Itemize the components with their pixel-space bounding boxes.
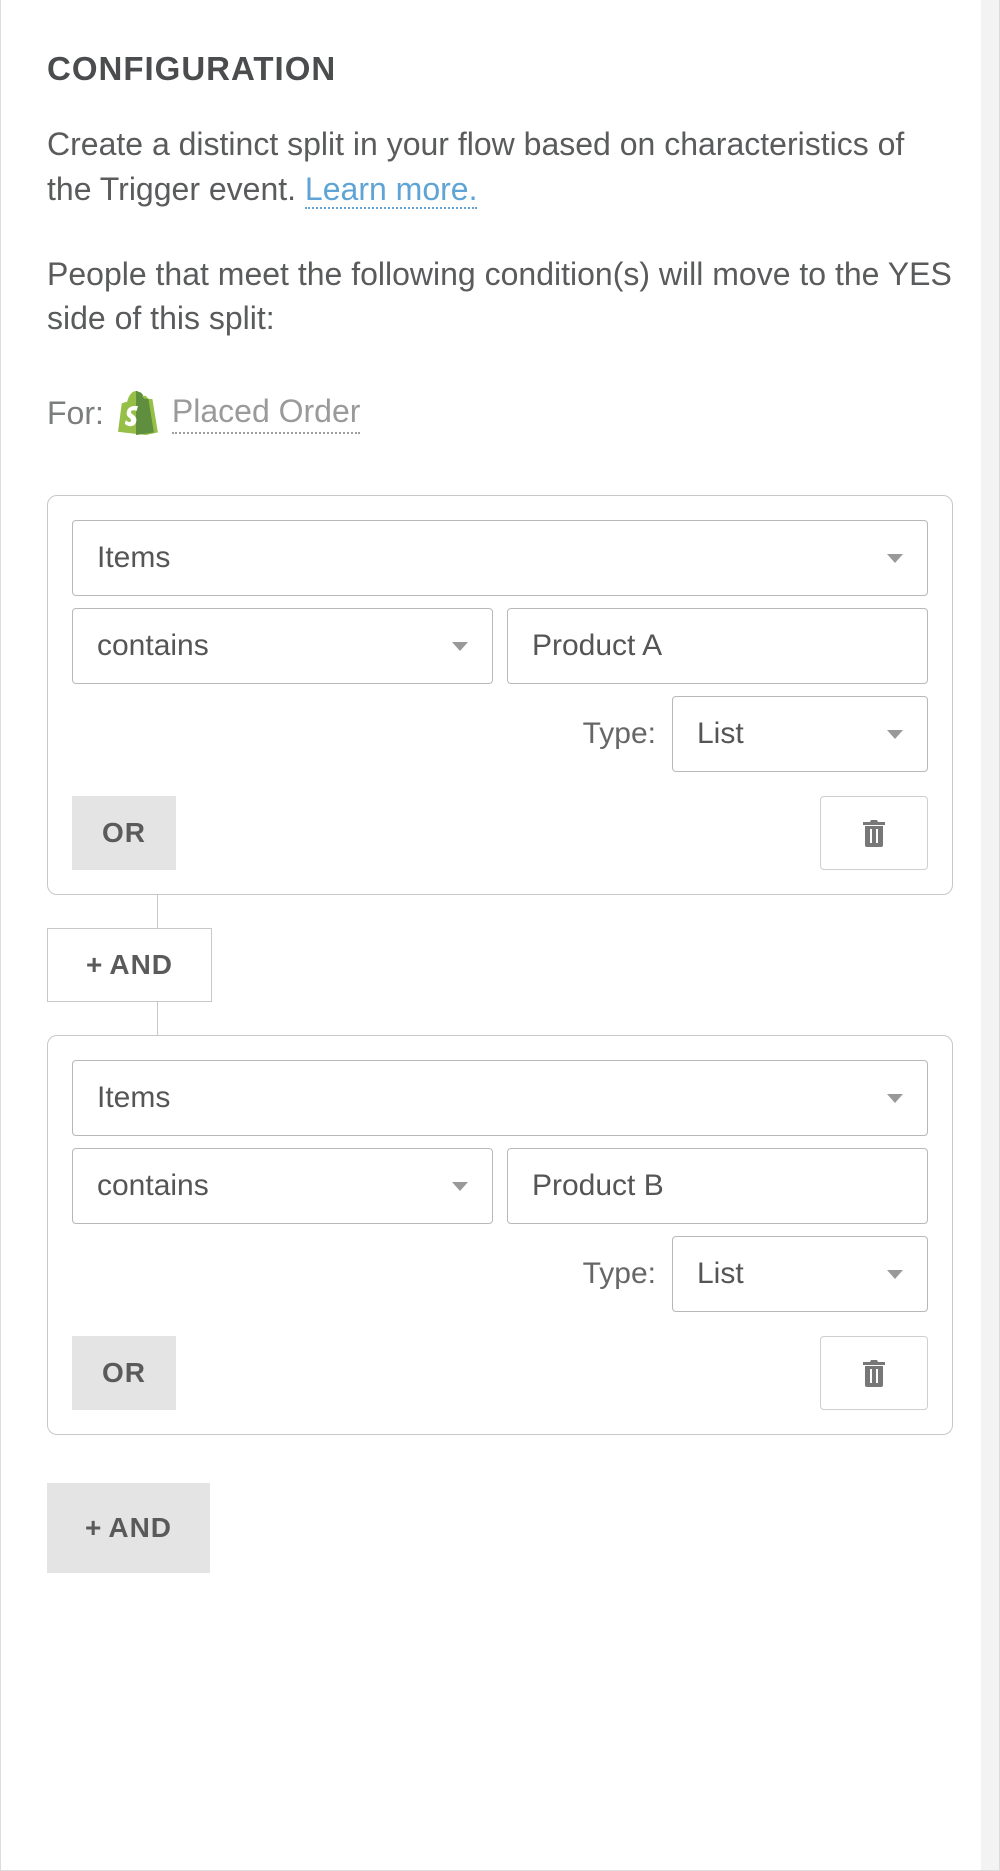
dimension-select[interactable]: Items	[72, 520, 928, 596]
chevron-down-icon	[452, 1182, 468, 1191]
condition-intro: People that meet the following condition…	[47, 252, 953, 342]
chevron-down-icon	[887, 1270, 903, 1279]
chevron-down-icon	[887, 730, 903, 739]
condition-group: Items contains Type: List OR	[47, 495, 953, 895]
condition-group: Items contains Type: List OR	[47, 1035, 953, 1435]
delete-button[interactable]	[820, 796, 928, 870]
type-value: List	[697, 1257, 744, 1291]
learn-more-link[interactable]: Learn more.	[305, 171, 478, 209]
dimension-select[interactable]: Items	[72, 1060, 928, 1136]
type-label: Type:	[583, 717, 656, 751]
scrollbar-track[interactable]	[981, 0, 999, 1870]
value-input[interactable]	[507, 608, 928, 684]
plus-icon: +	[86, 949, 103, 981]
plus-icon: +	[85, 1512, 102, 1544]
panel-description: Create a distinct split in your flow bas…	[47, 122, 953, 212]
value-input[interactable]	[507, 1148, 928, 1224]
operator-value: contains	[97, 1169, 209, 1203]
type-label: Type:	[583, 1257, 656, 1291]
trigger-event-select[interactable]: Placed Order	[172, 393, 361, 434]
chevron-down-icon	[452, 642, 468, 651]
for-label: For:	[47, 395, 104, 432]
dimension-value: Items	[97, 1081, 170, 1115]
trash-icon	[862, 819, 886, 847]
add-and-button[interactable]: + AND	[47, 1483, 210, 1573]
panel-heading: CONFIGURATION	[47, 50, 953, 88]
type-value: List	[697, 717, 744, 751]
operator-select[interactable]: contains	[72, 1148, 493, 1224]
and-label: AND	[108, 1512, 172, 1544]
trigger-event-row: For: Placed Order	[47, 391, 953, 435]
type-select[interactable]: List	[672, 1236, 928, 1312]
group-connector: + AND	[47, 895, 953, 1035]
dimension-value: Items	[97, 541, 170, 575]
shopify-icon	[118, 391, 158, 435]
chevron-down-icon	[887, 554, 903, 563]
type-select[interactable]: List	[672, 696, 928, 772]
or-button[interactable]: OR	[72, 796, 176, 870]
or-button[interactable]: OR	[72, 1336, 176, 1410]
operator-value: contains	[97, 629, 209, 663]
and-label: AND	[109, 949, 173, 981]
trash-icon	[862, 1359, 886, 1387]
operator-select[interactable]: contains	[72, 608, 493, 684]
and-button[interactable]: + AND	[47, 928, 212, 1002]
delete-button[interactable]	[820, 1336, 928, 1410]
chevron-down-icon	[887, 1094, 903, 1103]
